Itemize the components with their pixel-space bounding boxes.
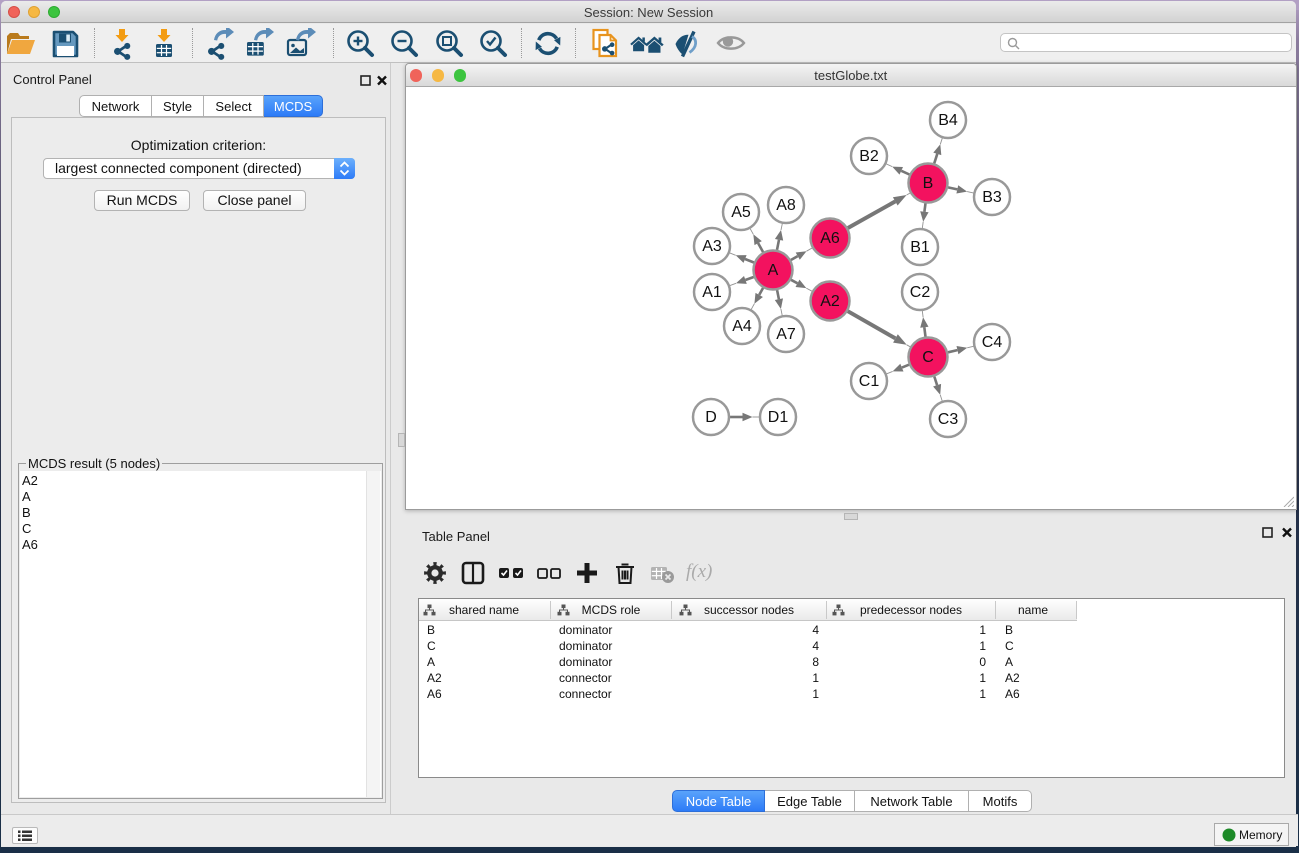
svg-text:A2: A2 bbox=[820, 293, 840, 310]
svg-text:D1: D1 bbox=[768, 409, 789, 426]
svg-text:C1: C1 bbox=[859, 373, 880, 390]
svg-text:A7: A7 bbox=[776, 326, 796, 343]
svg-text:B2: B2 bbox=[859, 148, 879, 165]
svg-text:A6: A6 bbox=[820, 230, 840, 247]
svg-text:D: D bbox=[705, 409, 717, 426]
svg-text:C4: C4 bbox=[982, 334, 1003, 351]
svg-text:A3: A3 bbox=[702, 238, 722, 255]
svg-text:A: A bbox=[768, 262, 779, 279]
svg-text:B: B bbox=[923, 175, 934, 192]
svg-text:C3: C3 bbox=[938, 411, 959, 428]
svg-text:C: C bbox=[922, 349, 934, 366]
svg-text:C2: C2 bbox=[910, 284, 931, 301]
svg-text:A8: A8 bbox=[776, 197, 796, 214]
svg-text:B1: B1 bbox=[910, 239, 930, 256]
svg-text:A1: A1 bbox=[702, 284, 722, 301]
svg-text:A5: A5 bbox=[731, 204, 751, 221]
svg-text:B4: B4 bbox=[938, 112, 958, 129]
svg-text:A4: A4 bbox=[732, 318, 752, 335]
svg-text:B3: B3 bbox=[982, 189, 1002, 206]
